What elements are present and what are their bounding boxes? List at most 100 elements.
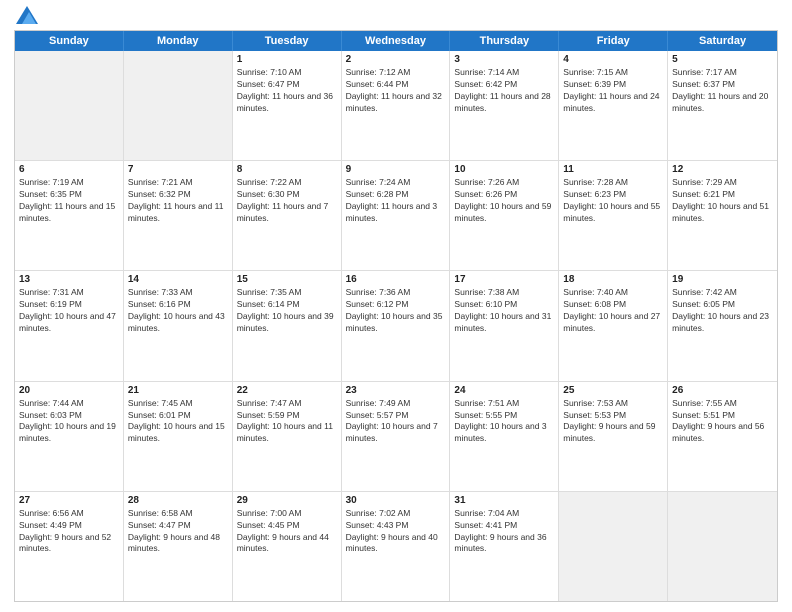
weekday-header-tuesday: Tuesday [233, 31, 342, 51]
day-number: 14 [128, 274, 228, 285]
day-cell-21: 21 Sunrise: 7:45 AM Sunset: 6:01 PM Dayli… [124, 382, 233, 491]
day-number: 4 [563, 54, 663, 65]
day-number: 11 [563, 164, 663, 175]
empty-cell [668, 492, 777, 601]
day-info: Sunrise: 7:53 AM Sunset: 5:53 PM Dayligh… [563, 398, 663, 446]
day-number: 26 [672, 385, 773, 396]
day-info: Sunrise: 6:58 AM Sunset: 4:47 PM Dayligh… [128, 508, 228, 556]
day-info: Sunrise: 7:40 AM Sunset: 6:08 PM Dayligh… [563, 287, 663, 335]
day-cell-3: 3 Sunrise: 7:14 AM Sunset: 6:42 PM Daylig… [450, 51, 559, 160]
day-number: 2 [346, 54, 446, 65]
day-number: 21 [128, 385, 228, 396]
day-info: Sunrise: 7:31 AM Sunset: 6:19 PM Dayligh… [19, 287, 119, 335]
day-info: Sunrise: 7:44 AM Sunset: 6:03 PM Dayligh… [19, 398, 119, 446]
day-cell-17: 17 Sunrise: 7:38 AM Sunset: 6:10 PM Dayli… [450, 271, 559, 380]
day-info: Sunrise: 7:29 AM Sunset: 6:21 PM Dayligh… [672, 177, 773, 225]
calendar-body: 1 Sunrise: 7:10 AM Sunset: 6:47 PM Daylig… [15, 51, 777, 601]
day-number: 25 [563, 385, 663, 396]
day-number: 20 [19, 385, 119, 396]
day-info: Sunrise: 7:21 AM Sunset: 6:32 PM Dayligh… [128, 177, 228, 225]
empty-cell [15, 51, 124, 160]
calendar: SundayMondayTuesdayWednesdayThursdayFrid… [14, 30, 778, 602]
day-info: Sunrise: 7:26 AM Sunset: 6:26 PM Dayligh… [454, 177, 554, 225]
day-cell-31: 31Sunrise: 7:04 AM Sunset: 4:41 PM Dayli… [450, 492, 559, 601]
day-number: 24 [454, 385, 554, 396]
calendar-row-2: 6 Sunrise: 7:19 AM Sunset: 6:35 PM Daylig… [15, 160, 777, 270]
day-cell-10: 10Sunrise: 7:26 AM Sunset: 6:26 PM Dayli… [450, 161, 559, 270]
day-number: 6 [19, 164, 119, 175]
day-info: Sunrise: 7:04 AM Sunset: 4:41 PM Dayligh… [454, 508, 554, 556]
day-number: 1 [237, 54, 337, 65]
day-cell-22: 22 Sunrise: 7:47 AM Sunset: 5:59 PM Dayli… [233, 382, 342, 491]
day-cell-15: 15 Sunrise: 7:35 AM Sunset: 6:14 PM Dayli… [233, 271, 342, 380]
empty-cell [559, 492, 668, 601]
day-cell-18: 18Sunrise: 7:40 AM Sunset: 6:08 PM Dayli… [559, 271, 668, 380]
day-cell-8: 8 Sunrise: 7:22 AM Sunset: 6:30 PM Daylig… [233, 161, 342, 270]
day-cell-9: 9 Sunrise: 7:24 AM Sunset: 6:28 PM Daylig… [342, 161, 451, 270]
day-cell-11: 11 Sunrise: 7:28 AM Sunset: 6:23 PM Dayli… [559, 161, 668, 270]
day-number: 7 [128, 164, 228, 175]
day-number: 22 [237, 385, 337, 396]
header [14, 10, 778, 24]
calendar-header: SundayMondayTuesdayWednesdayThursdayFrid… [15, 31, 777, 51]
day-info: Sunrise: 7:55 AM Sunset: 5:51 PM Dayligh… [672, 398, 773, 446]
day-cell-5: 5Sunrise: 7:17 AM Sunset: 6:37 PM Daylig… [668, 51, 777, 160]
day-number: 9 [346, 164, 446, 175]
day-cell-27: 27 Sunrise: 6:56 AM Sunset: 4:49 PM Dayli… [15, 492, 124, 601]
day-cell-23: 23Sunrise: 7:49 AM Sunset: 5:57 PM Dayli… [342, 382, 451, 491]
calendar-row-5: 27 Sunrise: 6:56 AM Sunset: 4:49 PM Dayli… [15, 491, 777, 601]
day-number: 28 [128, 495, 228, 506]
day-cell-4: 4 Sunrise: 7:15 AM Sunset: 6:39 PM Daylig… [559, 51, 668, 160]
weekday-header-friday: Friday [559, 31, 668, 51]
day-info: Sunrise: 7:22 AM Sunset: 6:30 PM Dayligh… [237, 177, 337, 225]
day-info: Sunrise: 7:33 AM Sunset: 6:16 PM Dayligh… [128, 287, 228, 335]
day-number: 23 [346, 385, 446, 396]
day-info: Sunrise: 7:12 AM Sunset: 6:44 PM Dayligh… [346, 67, 446, 115]
weekday-header-sunday: Sunday [15, 31, 124, 51]
empty-cell [124, 51, 233, 160]
day-number: 16 [346, 274, 446, 285]
day-cell-12: 12 Sunrise: 7:29 AM Sunset: 6:21 PM Dayli… [668, 161, 777, 270]
weekday-header-monday: Monday [124, 31, 233, 51]
day-cell-24: 24 Sunrise: 7:51 AM Sunset: 5:55 PM Dayli… [450, 382, 559, 491]
day-info: Sunrise: 7:17 AM Sunset: 6:37 PM Dayligh… [672, 67, 773, 115]
day-info: Sunrise: 7:35 AM Sunset: 6:14 PM Dayligh… [237, 287, 337, 335]
day-cell-25: 25 Sunrise: 7:53 AM Sunset: 5:53 PM Dayli… [559, 382, 668, 491]
day-number: 12 [672, 164, 773, 175]
day-cell-13: 13 Sunrise: 7:31 AM Sunset: 6:19 PM Dayli… [15, 271, 124, 380]
day-info: Sunrise: 7:14 AM Sunset: 6:42 PM Dayligh… [454, 67, 554, 115]
day-cell-16: 16 Sunrise: 7:36 AM Sunset: 6:12 PM Dayli… [342, 271, 451, 380]
day-number: 19 [672, 274, 773, 285]
day-number: 8 [237, 164, 337, 175]
day-cell-29: 29 Sunrise: 7:00 AM Sunset: 4:45 PM Dayli… [233, 492, 342, 601]
day-info: Sunrise: 7:19 AM Sunset: 6:35 PM Dayligh… [19, 177, 119, 225]
day-cell-30: 30Sunrise: 7:02 AM Sunset: 4:43 PM Dayli… [342, 492, 451, 601]
day-info: Sunrise: 7:36 AM Sunset: 6:12 PM Dayligh… [346, 287, 446, 335]
day-info: Sunrise: 7:10 AM Sunset: 6:47 PM Dayligh… [237, 67, 337, 115]
day-number: 13 [19, 274, 119, 285]
day-number: 29 [237, 495, 337, 506]
calendar-row-1: 1 Sunrise: 7:10 AM Sunset: 6:47 PM Daylig… [15, 51, 777, 160]
day-cell-2: 2 Sunrise: 7:12 AM Sunset: 6:44 PM Daylig… [342, 51, 451, 160]
day-info: Sunrise: 7:38 AM Sunset: 6:10 PM Dayligh… [454, 287, 554, 335]
day-number: 15 [237, 274, 337, 285]
day-number: 3 [454, 54, 554, 65]
logo-icon [16, 6, 38, 24]
day-number: 27 [19, 495, 119, 506]
day-info: Sunrise: 7:00 AM Sunset: 4:45 PM Dayligh… [237, 508, 337, 556]
day-info: Sunrise: 7:24 AM Sunset: 6:28 PM Dayligh… [346, 177, 446, 225]
day-info: Sunrise: 6:56 AM Sunset: 4:49 PM Dayligh… [19, 508, 119, 556]
day-number: 17 [454, 274, 554, 285]
logo [14, 10, 38, 24]
day-info: Sunrise: 7:51 AM Sunset: 5:55 PM Dayligh… [454, 398, 554, 446]
day-number: 30 [346, 495, 446, 506]
day-info: Sunrise: 7:47 AM Sunset: 5:59 PM Dayligh… [237, 398, 337, 446]
day-cell-20: 20 Sunrise: 7:44 AM Sunset: 6:03 PM Dayli… [15, 382, 124, 491]
weekday-header-saturday: Saturday [668, 31, 777, 51]
day-cell-7: 7 Sunrise: 7:21 AM Sunset: 6:32 PM Daylig… [124, 161, 233, 270]
calendar-row-4: 20 Sunrise: 7:44 AM Sunset: 6:03 PM Dayli… [15, 381, 777, 491]
day-info: Sunrise: 7:15 AM Sunset: 6:39 PM Dayligh… [563, 67, 663, 115]
day-cell-19: 19Sunrise: 7:42 AM Sunset: 6:05 PM Dayli… [668, 271, 777, 380]
day-info: Sunrise: 7:45 AM Sunset: 6:01 PM Dayligh… [128, 398, 228, 446]
day-info: Sunrise: 7:28 AM Sunset: 6:23 PM Dayligh… [563, 177, 663, 225]
